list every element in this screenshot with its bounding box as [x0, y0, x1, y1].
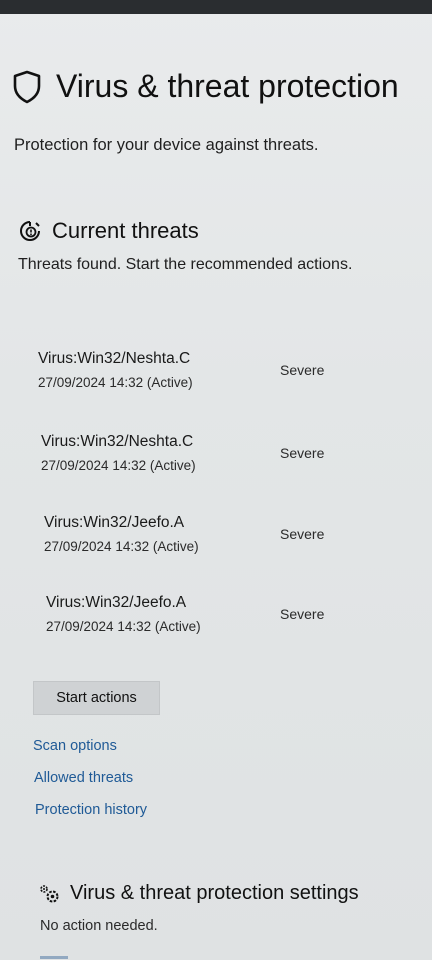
- current-threats-title: Current threats: [52, 218, 199, 243]
- allowed-threats-link[interactable]: Allowed threats: [34, 770, 133, 786]
- manage-settings-link[interactable]: [40, 950, 80, 960]
- settings-header: Virus & threat protection settings: [38, 882, 359, 905]
- threat-severity: Severe: [280, 362, 325, 378]
- scan-options-link[interactable]: Scan options: [33, 738, 117, 754]
- threat-name: Virus:Win32/Jeefo.A: [46, 594, 187, 611]
- threat-severity: Severe: [280, 606, 325, 622]
- start-actions-button[interactable]: Start actions: [33, 681, 160, 715]
- current-threats-header: Current threats: [18, 218, 199, 244]
- settings-title: Virus & threat protection settings: [70, 882, 359, 904]
- threat-severity: Severe: [280, 526, 325, 542]
- settings-description: No action needed.: [40, 918, 158, 934]
- page-subtitle: Protection for your device against threa…: [14, 136, 319, 154]
- window-top-bar: [0, 0, 432, 14]
- threat-date: 27/09/2024 14:32 (Active): [41, 458, 196, 473]
- threat-icon: [20, 221, 40, 241]
- threat-name: Virus:Win32/Neshta.C: [41, 433, 194, 450]
- threat-date: 27/09/2024 14:32 (Active): [44, 539, 199, 554]
- threat-date: 27/09/2024 14:32 (Active): [38, 375, 193, 390]
- page-title: Virus & threat protection: [56, 68, 399, 104]
- threat-name: Virus:Win32/Neshta.C: [38, 350, 191, 367]
- protection-history-link[interactable]: Protection history: [35, 802, 147, 818]
- current-threats-description: Threats found. Start the recommended act…: [18, 256, 353, 273]
- shield-icon: [13, 70, 41, 103]
- threat-date: 27/09/2024 14:32 (Active): [46, 619, 201, 634]
- page-header: Virus & threat protection: [12, 68, 399, 105]
- threat-severity: Severe: [280, 445, 325, 461]
- gear-icon: [40, 884, 59, 902]
- threat-name: Virus:Win32/Jeefo.A: [44, 514, 185, 531]
